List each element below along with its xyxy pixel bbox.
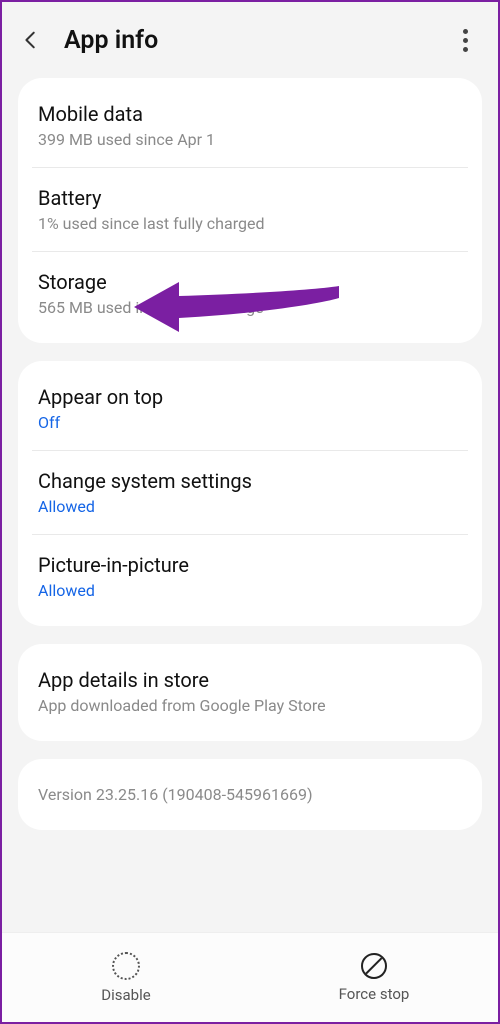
- mobile-data-row[interactable]: Mobile data 399 MB used since Apr 1: [18, 82, 482, 167]
- version-text: Version 23.25.16 (190408-545961669): [38, 785, 462, 804]
- row-title: App details in store: [38, 668, 462, 692]
- row-title: Picture-in-picture: [38, 553, 462, 577]
- disable-icon: [112, 952, 140, 980]
- row-subtitle: App downloaded from Google Play Store: [38, 696, 462, 715]
- row-subtitle: 565 MB used in Internal storage: [38, 298, 462, 317]
- row-title: Change system settings: [38, 469, 462, 493]
- prohibited-icon: [361, 953, 387, 979]
- content-scroll[interactable]: Mobile data 399 MB used since Apr 1 Batt…: [2, 78, 498, 932]
- row-subtitle: 399 MB used since Apr 1: [38, 130, 462, 149]
- permissions-card: Appear on top Off Change system settings…: [18, 361, 482, 626]
- page-title: App info: [64, 26, 452, 55]
- usage-card: Mobile data 399 MB used since Apr 1 Batt…: [18, 78, 482, 343]
- appear-on-top-row[interactable]: Appear on top Off: [18, 365, 482, 450]
- back-button[interactable]: [18, 27, 44, 53]
- app-details-in-store-row[interactable]: App details in store App downloaded from…: [18, 648, 482, 737]
- version-card: Version 23.25.16 (190408-545961669): [18, 759, 482, 830]
- more-options-button[interactable]: [452, 27, 478, 53]
- more-vert-icon: [463, 29, 468, 34]
- row-value: Allowed: [38, 497, 462, 516]
- battery-row[interactable]: Battery 1% used since last fully charged: [32, 167, 468, 251]
- row-title: Mobile data: [38, 102, 462, 126]
- chevron-left-icon: [20, 29, 42, 51]
- bottom-bar: Disable Force stop: [2, 932, 498, 1022]
- row-value: Off: [38, 413, 462, 432]
- disable-label: Disable: [101, 986, 150, 1004]
- header: App info: [2, 2, 498, 78]
- change-system-settings-row[interactable]: Change system settings Allowed: [32, 450, 468, 534]
- row-value: Allowed: [38, 581, 462, 600]
- force-stop-label: Force stop: [339, 985, 410, 1003]
- storage-row[interactable]: Storage 565 MB used in Internal storage: [32, 251, 468, 339]
- force-stop-button[interactable]: Force stop: [250, 933, 498, 1022]
- disable-button[interactable]: Disable: [2, 933, 250, 1022]
- row-title: Battery: [38, 186, 462, 210]
- store-card: App details in store App downloaded from…: [18, 644, 482, 741]
- row-title: Appear on top: [38, 385, 462, 409]
- row-title: Storage: [38, 270, 462, 294]
- picture-in-picture-row[interactable]: Picture-in-picture Allowed: [32, 534, 468, 622]
- row-subtitle: 1% used since last fully charged: [38, 214, 462, 233]
